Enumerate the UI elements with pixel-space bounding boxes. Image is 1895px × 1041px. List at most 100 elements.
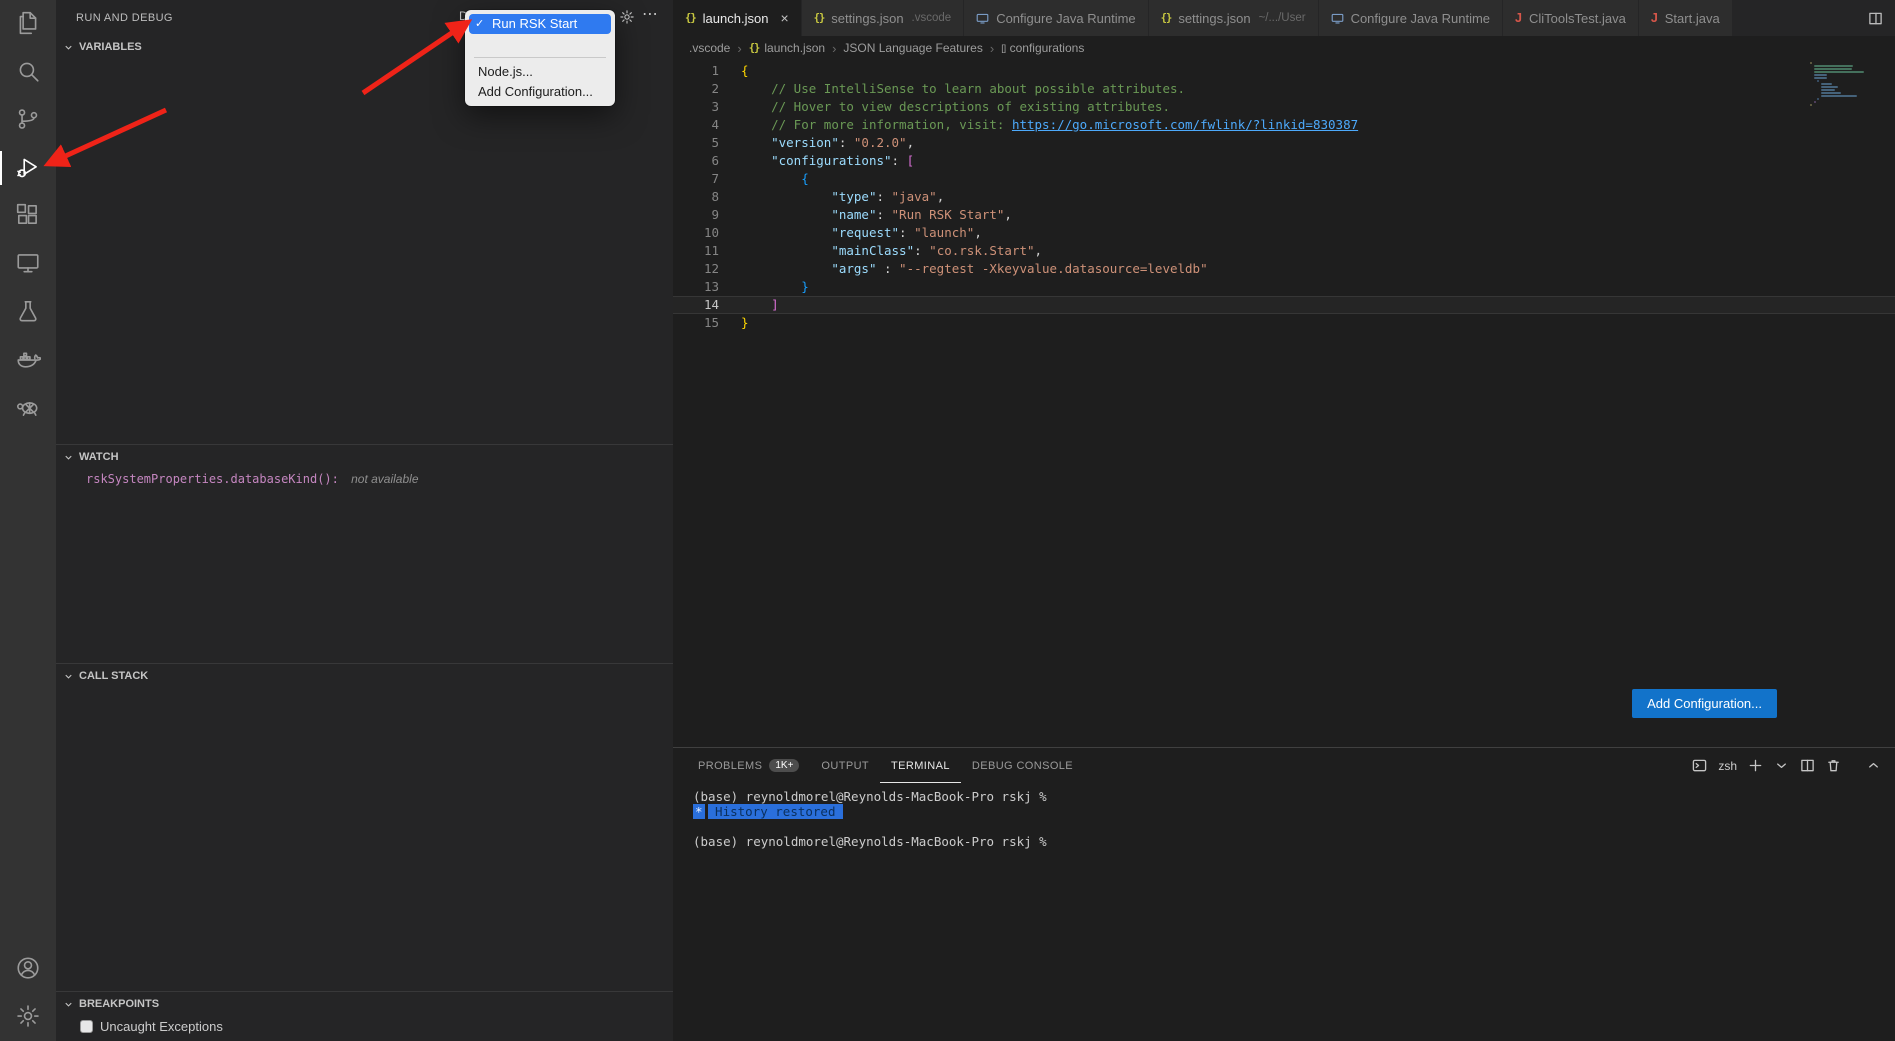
code-line-6[interactable]: 6 "configurations": [ (673, 152, 1895, 170)
panel-tab-debug-console[interactable]: DEBUG CONSOLE (961, 748, 1084, 783)
tab-settings.json[interactable]: {}settings.json.vscode (802, 0, 965, 36)
activity-bar-turtle[interactable] (0, 384, 56, 432)
tab-bar: {}launch.json×{}settings.json.vscodeConf… (673, 0, 1895, 36)
tab-settings.json[interactable]: {}settings.json~/.../User (1149, 0, 1319, 36)
activity-bar-testing[interactable] (0, 288, 56, 336)
code-line-9[interactable]: 9 "name": "Run RSK Start", (673, 206, 1895, 224)
menu-item-node-js[interactable]: Node.js... (469, 62, 611, 82)
watch-expression-row[interactable]: rskSystemProperties.databaseKind(): not … (56, 469, 673, 486)
watch-section-label: WATCH (79, 451, 119, 463)
tab-configure-java-runtime[interactable]: Configure Java Runtime (1319, 0, 1503, 36)
activity-bar-docker[interactable] (0, 336, 56, 384)
tab-launch.json[interactable]: {}launch.json× (673, 0, 802, 36)
code-line-13[interactable]: 13 } (673, 278, 1895, 296)
breadcrumb-item[interactable]: {}launch.json (749, 41, 825, 55)
tab-label: Start.java (1665, 11, 1720, 26)
panel-tab-problems[interactable]: PROBLEMS1K+ (687, 748, 810, 783)
tab-label: settings.json (831, 11, 903, 26)
breadcrumb-item[interactable]: JSON Language Features (843, 41, 982, 55)
chevron-down-icon (63, 671, 74, 682)
activity-bar-bottom (0, 945, 56, 1041)
menu-item-add-configuration[interactable]: Add Configuration... (469, 82, 611, 102)
chevron-down-icon (63, 999, 74, 1010)
code-line-8[interactable]: 8 "type": "java", (673, 188, 1895, 206)
views-more-actions-icon[interactable]: ⋯ (642, 4, 659, 24)
code-lines: 1{2 // Use IntelliSense to learn about p… (673, 60, 1895, 332)
code-line-12[interactable]: 12 "args" : "--regtest -Xkeyvalue.dataso… (673, 260, 1895, 278)
breakpoint-label: Uncaught Exceptions (100, 1019, 223, 1034)
code-line-14[interactable]: 14 ] (673, 296, 1895, 314)
line-number: 5 (673, 134, 719, 152)
line-content: "type": "java", (719, 188, 944, 206)
tab-configure-java-runtime[interactable]: Configure Java Runtime (964, 0, 1148, 36)
menu-item-run-rsk-start[interactable]: ✓ Run RSK Start (469, 14, 611, 34)
split-terminal-icon[interactable] (1800, 758, 1815, 773)
call-stack-section-header[interactable]: CALL STACK (56, 664, 673, 688)
call-stack-section-label: CALL STACK (79, 670, 148, 682)
add-configuration-button[interactable]: Add Configuration... (1632, 689, 1777, 718)
menu-separator (474, 57, 606, 58)
activity-bar-settings[interactable] (0, 993, 56, 1041)
open-launch-json-gear-icon[interactable] (619, 9, 635, 28)
activity-bar-remote-explorer[interactable] (0, 240, 56, 288)
line-content: "request": "launch", (719, 224, 982, 242)
breakpoints-section: BREAKPOINTS Uncaught Exceptions (56, 991, 673, 1041)
tab-start.java[interactable]: JStart.java (1639, 0, 1733, 36)
code-line-7[interactable]: 7 { (673, 170, 1895, 188)
code-line-10[interactable]: 10 "request": "launch", (673, 224, 1895, 242)
activity-bar-source-control[interactable] (0, 96, 56, 144)
code-line-2[interactable]: 2 // Use IntelliSense to learn about pos… (673, 80, 1895, 98)
shell-name[interactable]: zsh (1718, 759, 1737, 773)
remote-explorer-icon (15, 250, 41, 279)
explorer-icon (15, 10, 41, 39)
accounts-icon (15, 955, 41, 984)
line-content: "version": "0.2.0", (719, 134, 914, 152)
terminal-output[interactable]: (base) reynoldmorel@Reynolds-MacBook-Pro… (673, 783, 1895, 1041)
terminal-toolbar: zsh (1692, 758, 1881, 773)
maximize-panel-icon[interactable] (1866, 758, 1881, 773)
breadcrumb-item[interactable]: .vscode (689, 41, 730, 55)
line-number: 2 (673, 80, 719, 98)
code-line-4[interactable]: 4 // For more information, visit: https:… (673, 116, 1895, 134)
activity-bar-explorer[interactable] (0, 0, 56, 48)
json-icon: {} (814, 12, 825, 24)
tab-clitoolstest.java[interactable]: JCliToolsTest.java (1503, 0, 1639, 36)
breadcrumb-item[interactable]: [ ]configurations (1001, 41, 1084, 55)
activity-bar-accounts[interactable] (0, 945, 56, 993)
code-line-5[interactable]: 5 "version": "0.2.0", (673, 134, 1895, 152)
line-number: 6 (673, 152, 719, 170)
watch-section-header[interactable]: WATCH (56, 445, 673, 469)
split-editor-icon[interactable] (1868, 11, 1883, 26)
tab-label: Configure Java Runtime (1351, 11, 1490, 26)
activity-bar-search[interactable] (0, 48, 56, 96)
minimap[interactable] (1810, 62, 1868, 107)
breadcrumb-label: launch.json (764, 41, 825, 55)
code-line-1[interactable]: 1{ (673, 62, 1895, 80)
panel-tabs: PROBLEMS1K+OUTPUTTERMINALDEBUG CONSOLE (687, 748, 1084, 783)
code-line-15[interactable]: 15} (673, 314, 1895, 332)
tab-label: settings.json (1178, 11, 1250, 26)
uncaught-exceptions-checkbox[interactable] (80, 1020, 93, 1033)
panel-tab-terminal[interactable]: TERMINAL (880, 748, 961, 783)
panel-tab-output[interactable]: OUTPUT (810, 748, 880, 783)
line-content: ] (719, 296, 779, 314)
kill-terminal-icon[interactable] (1826, 758, 1841, 773)
terminal-profile-icon[interactable] (1692, 758, 1707, 773)
terminal-dropdown-chevron-icon[interactable] (1774, 758, 1789, 773)
new-terminal-icon[interactable] (1748, 758, 1763, 773)
code-line-11[interactable]: 11 "mainClass": "co.rsk.Start", (673, 242, 1895, 260)
activity-bar-extensions[interactable] (0, 192, 56, 240)
vscode-window: RUN AND DEBUG D ⋯ VARIABLES WATCH rskSys… (0, 0, 1895, 1041)
extensions-icon (15, 202, 41, 231)
close-icon[interactable]: × (780, 11, 788, 25)
panel-tab-label: PROBLEMS (698, 760, 762, 772)
line-content: } (719, 314, 749, 332)
code-line-3[interactable]: 3 // Hover to view descriptions of exist… (673, 98, 1895, 116)
variables-section-label: VARIABLES (79, 41, 142, 53)
panel-header: PROBLEMS1K+OUTPUTTERMINALDEBUG CONSOLE z… (673, 748, 1895, 783)
chevron-down-icon (63, 42, 74, 53)
line-number: 13 (673, 278, 719, 296)
line-content: "name": "Run RSK Start", (719, 206, 1012, 224)
activity-bar-run-and-debug[interactable] (0, 144, 56, 192)
breakpoints-section-header[interactable]: BREAKPOINTS (56, 992, 673, 1016)
